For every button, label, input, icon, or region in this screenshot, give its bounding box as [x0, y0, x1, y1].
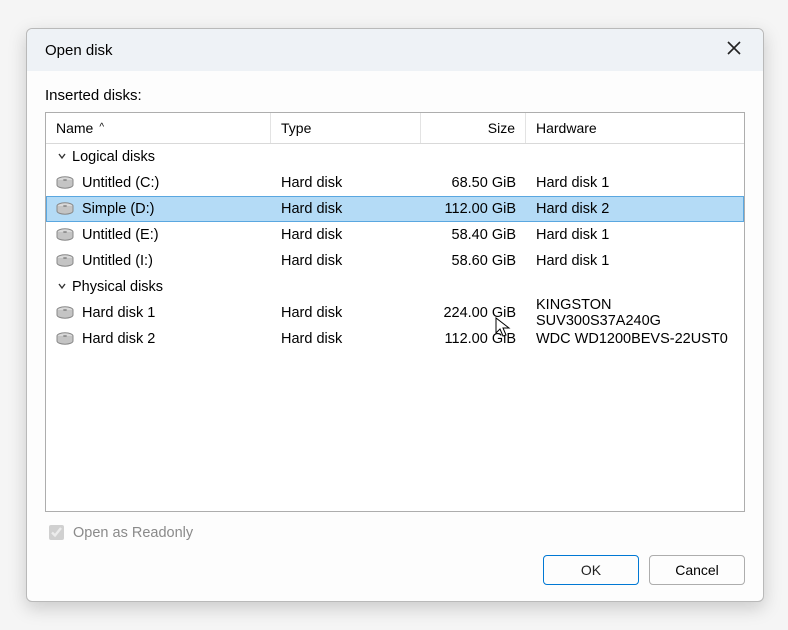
disk-row[interactable]: Hard disk 2 Hard disk 112.00 GiB WDC WD1200…	[46, 326, 744, 352]
disk-size: 68.50 GiB	[452, 175, 517, 191]
disk-size: 58.60 GiB	[452, 253, 517, 269]
disk-row[interactable]: Untitled (I:) Hard disk 58.60 GiB Hard disk…	[46, 248, 744, 274]
disk-hardware: Hard disk 1	[536, 227, 609, 243]
disk-size: 224.00 GiB	[443, 305, 516, 321]
disk-name: Untitled (C:)	[82, 175, 159, 191]
cancel-button[interactable]: Cancel	[649, 555, 745, 585]
disk-type: Hard disk	[281, 201, 342, 217]
disk-type: Hard disk	[281, 305, 342, 321]
disk-size: 112.00 GiB	[445, 201, 516, 217]
hard-disk-icon	[56, 202, 74, 216]
dialog-footer: Open as Readonly OK Cancel	[45, 512, 745, 587]
disk-size: 58.40 GiB	[452, 227, 517, 243]
open-as-readonly-checkbox	[49, 525, 64, 540]
disk-hardware: WDC WD1200BEVS-22UST0	[536, 331, 728, 347]
disk-list[interactable]: Name ^ Type Size Hardware Logical disks U…	[45, 112, 745, 512]
column-header-name-label: Name	[56, 120, 93, 136]
disk-row[interactable]: Untitled (C:) Hard disk 68.50 GiB Hard disk…	[46, 170, 744, 196]
chevron-down-icon	[54, 149, 70, 165]
disk-type: Hard disk	[281, 331, 342, 347]
column-header-hardware[interactable]: Hardware	[526, 113, 744, 143]
column-header-type-label: Type	[281, 120, 311, 136]
sort-ascending-icon: ^	[99, 122, 104, 133]
hard-disk-icon	[56, 228, 74, 242]
disk-rows: Logical disks Untitled (C:) Hard disk 68.50…	[46, 144, 744, 511]
column-headers: Name ^ Type Size Hardware	[46, 113, 744, 144]
disk-size: 112.00 GiB	[445, 331, 516, 347]
disk-hardware: KINGSTON SUV300S37A240G	[536, 297, 734, 329]
hard-disk-icon	[56, 332, 74, 346]
column-header-name[interactable]: Name ^	[46, 113, 271, 143]
group-row[interactable]: Logical disks	[46, 144, 744, 170]
titlebar: Open disk	[27, 29, 763, 71]
dialog-title: Open disk	[45, 42, 113, 59]
chevron-down-icon	[54, 279, 70, 295]
dialog-body: Inserted disks: Name ^ Type Size Hardwar…	[27, 71, 763, 601]
disk-name: Hard disk 1	[82, 305, 155, 321]
close-icon	[727, 41, 741, 59]
column-header-hardware-label: Hardware	[536, 120, 597, 136]
disk-name: Hard disk 2	[82, 331, 155, 347]
disk-name: Untitled (I:)	[82, 253, 153, 269]
inserted-disks-label: Inserted disks:	[45, 87, 745, 104]
disk-type: Hard disk	[281, 227, 342, 243]
disk-row[interactable]: Untitled (E:) Hard disk 58.40 GiB Hard disk…	[46, 222, 744, 248]
disk-type: Hard disk	[281, 253, 342, 269]
disk-row[interactable]: Hard disk 1 Hard disk 224.00 GiB KINGSTON S…	[46, 300, 744, 326]
disk-row[interactable]: Simple (D:) Hard disk 112.00 GiB Hard disk …	[46, 196, 744, 222]
disk-hardware: Hard disk 1	[536, 175, 609, 191]
open-as-readonly-row: Open as Readonly	[45, 522, 745, 543]
hard-disk-icon	[56, 176, 74, 190]
ok-button[interactable]: OK	[543, 555, 639, 585]
hard-disk-icon	[56, 254, 74, 268]
open-disk-dialog: Open disk Inserted disks: Name ^ Type Si…	[26, 28, 764, 602]
column-header-size[interactable]: Size	[421, 113, 526, 143]
open-as-readonly-label: Open as Readonly	[73, 525, 193, 541]
disk-name: Untitled (E:)	[82, 227, 159, 243]
disk-type: Hard disk	[281, 175, 342, 191]
column-header-type[interactable]: Type	[271, 113, 421, 143]
group-label: Physical disks	[72, 279, 163, 295]
hard-disk-icon	[56, 306, 74, 320]
disk-name: Simple (D:)	[82, 201, 155, 217]
disk-hardware: Hard disk 1	[536, 253, 609, 269]
disk-hardware: Hard disk 2	[536, 201, 609, 217]
button-row: OK Cancel	[45, 555, 745, 587]
column-header-size-label: Size	[488, 120, 515, 136]
group-label: Logical disks	[72, 149, 155, 165]
close-button[interactable]	[719, 35, 749, 65]
